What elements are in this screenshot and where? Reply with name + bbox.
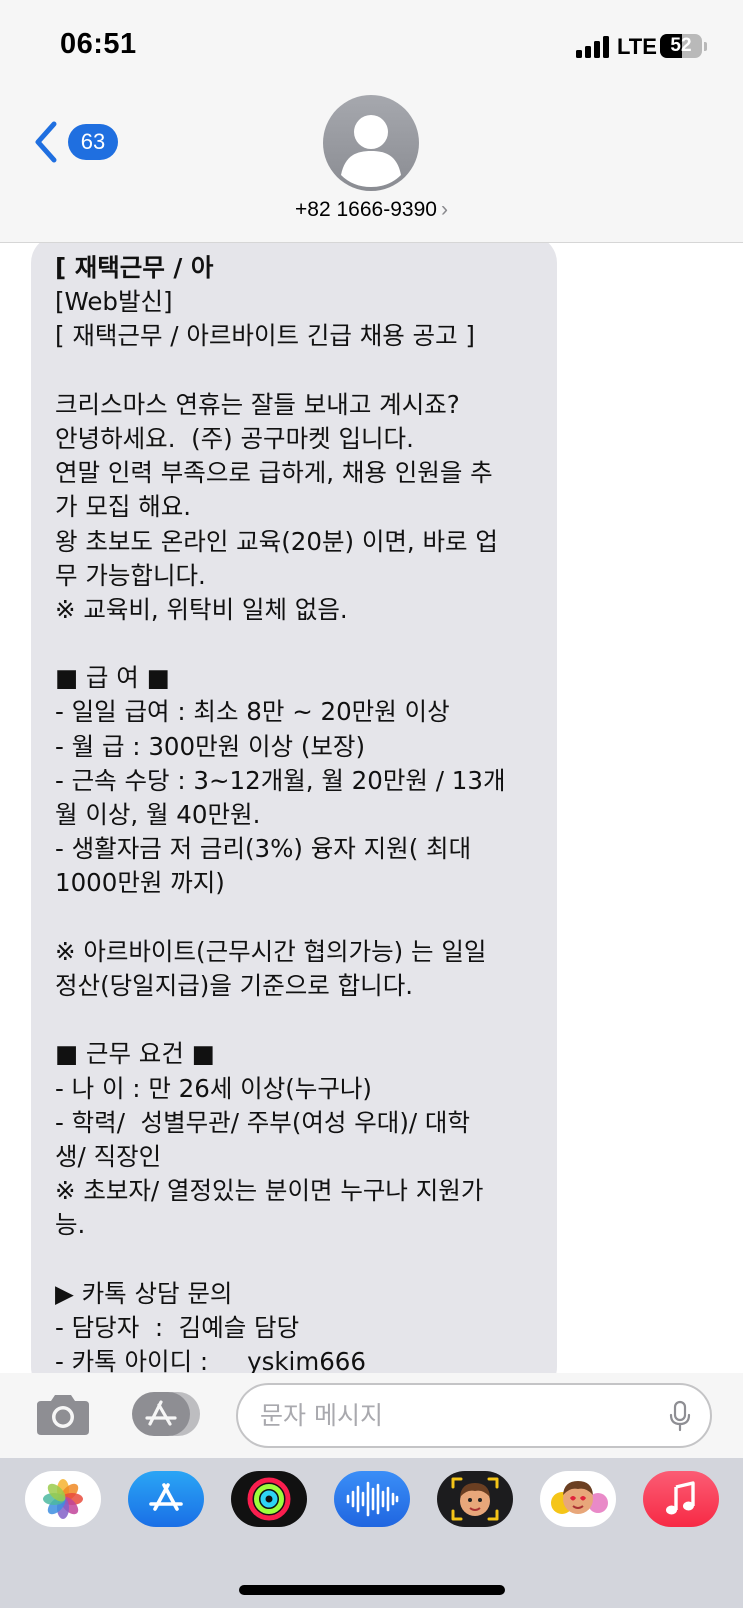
message-line: 정산(당일지급)을 기준으로 합니다. <box>55 970 414 1000</box>
message-line: 월 이상, 월 40만원. <box>55 800 261 829</box>
fitness-app-icon[interactable] <box>231 1471 307 1527</box>
message-line: ■ 급 여 ■ <box>55 663 170 693</box>
message-line: 능. <box>55 1210 86 1240</box>
message-thread[interactable]: [ 재택근무 / 아 [Web발신] [ 재택근무 / 아르바이트 긴급 채용 공고… <box>0 243 743 1373</box>
message-line: 1000만원 까지) <box>55 868 225 898</box>
battery-level: 52 <box>670 35 692 56</box>
photos-app-icon[interactable] <box>25 1471 101 1527</box>
chevron-left-icon <box>35 121 57 163</box>
message-line: 무 가능합니다. <box>55 560 206 590</box>
message-line: - 일일 급여 : 최소 8만 ~ 20만원 이상 <box>55 697 450 727</box>
message-line <box>55 1003 535 1037</box>
message-line: ■ 근무 요건 ■ <box>55 1039 215 1069</box>
message-line: ※ 교육비, 위탁비 일체 없음. <box>55 594 348 624</box>
message-line: - 월 급 : 300만원 이상 (보장) <box>55 731 366 761</box>
voice-memos-app-icon[interactable] <box>334 1471 410 1527</box>
message-line: [ 재택근무 / 아 <box>55 253 214 282</box>
battery-icon: 52 <box>660 34 702 58</box>
camera-button[interactable] <box>33 1391 93 1439</box>
memoji-sticker-app-icon[interactable] <box>437 1471 513 1527</box>
message-line: 가 모집 해요. <box>55 492 192 522</box>
message-line <box>55 354 535 388</box>
battery-tip <box>704 42 707 51</box>
message-line <box>55 627 535 661</box>
unread-count-badge: 63 <box>68 124 118 160</box>
animoji-app-icon[interactable] <box>540 1471 616 1527</box>
message-line <box>55 901 535 935</box>
contact-number: +82 1666-9390 <box>295 198 437 221</box>
message-line: - 담당자 : 김예슬 담당 <box>55 1312 300 1342</box>
music-app-icon[interactable] <box>643 1471 719 1527</box>
message-line: 안녕하세요. (주) 공구마켓 입니다. <box>55 423 414 453</box>
cellular-signal-icon <box>576 36 610 58</box>
message-input[interactable] <box>260 1385 640 1446</box>
avatar[interactable] <box>323 95 419 191</box>
message-line <box>55 1242 535 1276</box>
message-line: - 나 이 : 만 26세 이상(누구나) <box>55 1073 372 1103</box>
microphone-icon[interactable] <box>668 1400 692 1432</box>
message-line: 크리스마스 연휴는 잘들 보내고 계시죠? <box>55 389 460 419</box>
home-indicator[interactable] <box>239 1585 505 1595</box>
message-line: - 카톡 아이디 : yskim666 <box>55 1347 366 1373</box>
status-bar: 06:51 LTE 52 <box>0 0 743 90</box>
message-line: ▶ 카톡 상담 문의 <box>55 1278 233 1308</box>
message-input-field[interactable] <box>236 1383 712 1448</box>
message-line: - 학력/ 성별무관/ 주부(여성 우대)/ 대학 <box>55 1107 471 1137</box>
message-line: 왕 초보도 온라인 교육(20분) 이면, 바로 업 <box>55 526 498 556</box>
back-button[interactable]: 63 <box>30 118 118 166</box>
message-line: 생/ 직장인 <box>55 1141 162 1171</box>
message-bubble[interactable]: [ 재택근무 / 아 [Web발신] [ 재택근무 / 아르바이트 긴급 채용 공고… <box>31 243 557 1373</box>
apps-button[interactable] <box>132 1391 204 1437</box>
imessage-app-drawer <box>0 1458 743 1608</box>
app-store-icon <box>132 1392 200 1436</box>
status-time: 06:51 <box>60 28 137 60</box>
message-line: - 근속 수당 : 3~12개월, 월 20만원 / 13개 <box>55 765 506 795</box>
app-store-app-icon[interactable] <box>128 1471 204 1527</box>
chevron-right-icon: › <box>440 198 448 221</box>
message-line: - 생활자금 저 금리(3%) 융자 지원( 최대 <box>55 834 472 864</box>
person-avatar-icon <box>341 115 401 187</box>
contact-name[interactable]: +82 1666-9390 › <box>0 198 743 222</box>
compose-bar <box>0 1373 743 1458</box>
message-line: [ 재택근무 / 아르바이트 긴급 채용 공고 ] <box>55 321 475 351</box>
camera-icon <box>37 1395 89 1435</box>
conversation-header: 63 +82 1666-9390 › <box>0 90 743 243</box>
network-type: LTE <box>617 34 657 59</box>
message-line: ※ 초보자/ 열정있는 분이면 누구나 지원가 <box>55 1176 484 1206</box>
message-line: ※ 아르바이트(근무시간 협의가능) 는 일일 <box>55 936 487 966</box>
message-line: [Web발신] <box>55 287 173 317</box>
message-line: 연말 인력 부족으로 급하게, 채용 인원을 추 <box>55 458 493 488</box>
